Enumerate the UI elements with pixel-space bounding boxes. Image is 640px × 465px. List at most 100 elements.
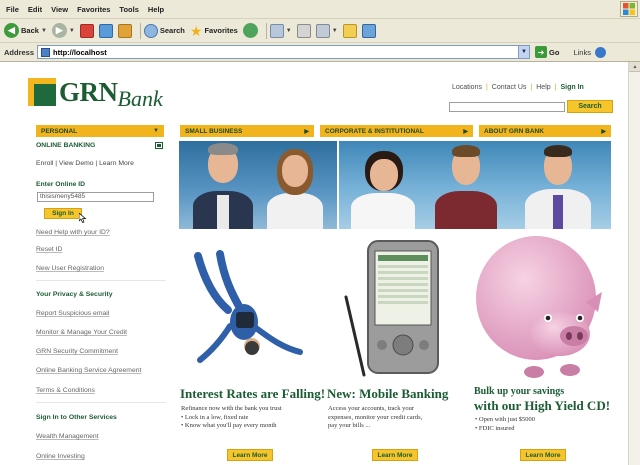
monitor-credit-link[interactable]: Monitor & Manage Your Credit [36,329,127,336]
edit-button[interactable]: ▼ [315,23,338,38]
links-globe-icon [594,46,606,58]
promo-line: • Open with just $5000 [475,416,536,423]
promo-text: Refinance now with the bank you trust • … [181,405,282,431]
address-url: http://localhost [53,47,107,57]
nav-about[interactable]: ABOUT GRN BANK ▶ [479,125,611,137]
skydiver-image [194,250,303,363]
person-photo [435,141,497,229]
forward-button[interactable]: ▶ ▼ [51,23,75,38]
back-button[interactable]: ◀ Back ▼ [4,23,47,38]
promo-text: Access your accounts, track your expense… [328,405,422,431]
nav-personal-label: PERSONAL [41,127,78,135]
terms-link[interactable]: Terms & Conditions [36,387,95,394]
person-photo [351,141,415,229]
stop-button[interactable] [79,23,94,38]
need-help-link[interactable]: Need Help with your ID? [36,229,110,236]
logo-bank-text: Bank [117,86,163,111]
site-search-input[interactable] [449,102,565,112]
nav-personal[interactable]: PERSONAL ▼ [36,125,164,137]
print-button[interactable] [296,23,311,38]
learn-more-button[interactable]: Learn More [372,449,418,461]
toolbar-divider [265,22,267,39]
go-button[interactable]: ➜ Go [535,46,559,58]
service-agreement-link[interactable]: Online Banking Service Agreement [36,367,141,374]
reset-id-link[interactable]: Reset ID [36,246,62,253]
learn-more-button[interactable]: Learn More [520,449,566,461]
menu-view[interactable]: View [51,5,68,14]
enroll-links[interactable]: Enroll | View Demo | Learn More [36,160,134,167]
star-icon: ★ [189,22,203,39]
piggy-bank-image [476,236,602,378]
folder-button[interactable] [342,23,357,38]
menu-tools[interactable]: Tools [119,5,138,14]
security-commitment-link[interactable]: GRN Security Commitment [36,348,118,355]
promo-line: Access your accounts, track your [328,405,415,412]
history-button[interactable] [242,23,258,38]
header-sign-in-link[interactable]: Sign In [560,84,583,91]
nav-corporate[interactable]: CORPORATE & INSTITUTIONAL ▶ [320,125,473,137]
sign-in-button[interactable]: Sign In [44,208,82,219]
mail-icon [269,23,284,38]
search-toolbar-button[interactable]: Search [143,23,185,38]
chevron-right-icon: ▶ [463,128,468,135]
refresh-button[interactable] [98,23,113,38]
promo-line: • FDIC insured [475,424,515,432]
browser-chrome: File Edit View Favorites Tools Help ◀ Ba… [0,0,640,62]
favorites-label: Favorites [204,26,238,35]
forward-arrow-icon: ▶ [51,23,67,38]
favorites-button[interactable]: ★ Favorites [190,24,238,38]
hero-banner [179,141,611,229]
menu-favorites[interactable]: Favorites [77,5,110,14]
nav-about-label: ABOUT GRN BANK [484,127,544,135]
logo-mark-icon [28,78,56,106]
links-button[interactable]: Links [573,48,591,57]
learn-more-button[interactable]: Learn More [227,449,273,461]
online-id-input[interactable]: thisismeny5485 [37,192,154,202]
folder-icon [342,23,357,38]
nav-corporate-label: CORPORATE & INSTITUTIONAL [325,127,424,135]
locations-link[interactable]: Locations [452,84,482,91]
grn-bank-logo[interactable]: GRN Bank [28,77,163,111]
promo-subtitle: with our High Yield CD! [474,398,611,413]
report-email-link[interactable]: Report Suspicious email [36,310,109,317]
scroll-up-icon[interactable]: ▲ [629,62,640,72]
promo-title: New: Mobile Banking [327,386,449,401]
new-user-link[interactable]: New User Registration [36,265,104,272]
address-dropdown-icon[interactable]: ▼ [518,46,530,58]
sidebar-divider [36,280,166,281]
contact-link[interactable]: Contact Us [492,84,527,91]
chevron-down-icon: ▼ [331,27,338,34]
vertical-scrollbar[interactable]: ▲ [628,62,640,465]
logo-brand: GRN [59,77,118,107]
sidebar-divider [36,402,166,403]
print-icon [296,23,311,38]
online-investing-link[interactable]: Online Investing [36,453,85,460]
person-photo [525,141,591,229]
stop-icon [79,23,94,38]
help-link[interactable]: Help [536,84,550,91]
privacy-heading: Your Privacy & Security [36,291,113,298]
wealth-management-link[interactable]: Wealth Management [36,433,99,440]
chevron-down-icon: ▼ [153,128,159,134]
address-bar: Address http://localhost ▼ ➜ Go Links [0,42,640,62]
nav-small-business[interactable]: SMALL BUSINESS ▶ [180,125,314,137]
promo-title: Interest Rates are Falling! [180,386,326,401]
home-button[interactable] [117,23,132,38]
home-icon [117,23,132,38]
refresh-icon [98,23,113,38]
address-input[interactable]: http://localhost ▼ [37,45,531,59]
messenger-button[interactable] [361,23,376,38]
hero-photo-left [179,141,337,229]
menu-help[interactable]: Help [148,5,164,14]
person-photo [193,141,253,229]
chevron-down-icon: ▼ [68,27,75,34]
menu-edit[interactable]: Edit [28,5,42,14]
mouse-cursor-icon [79,213,87,223]
mail-button[interactable]: ▼ [269,23,292,38]
address-label: Address [4,47,35,57]
site-search-button[interactable]: Search [567,100,613,113]
go-label: Go [549,47,560,57]
menu-file[interactable]: File [6,5,19,14]
chevron-right-icon: ▶ [601,128,606,135]
messenger-icon [361,23,376,38]
